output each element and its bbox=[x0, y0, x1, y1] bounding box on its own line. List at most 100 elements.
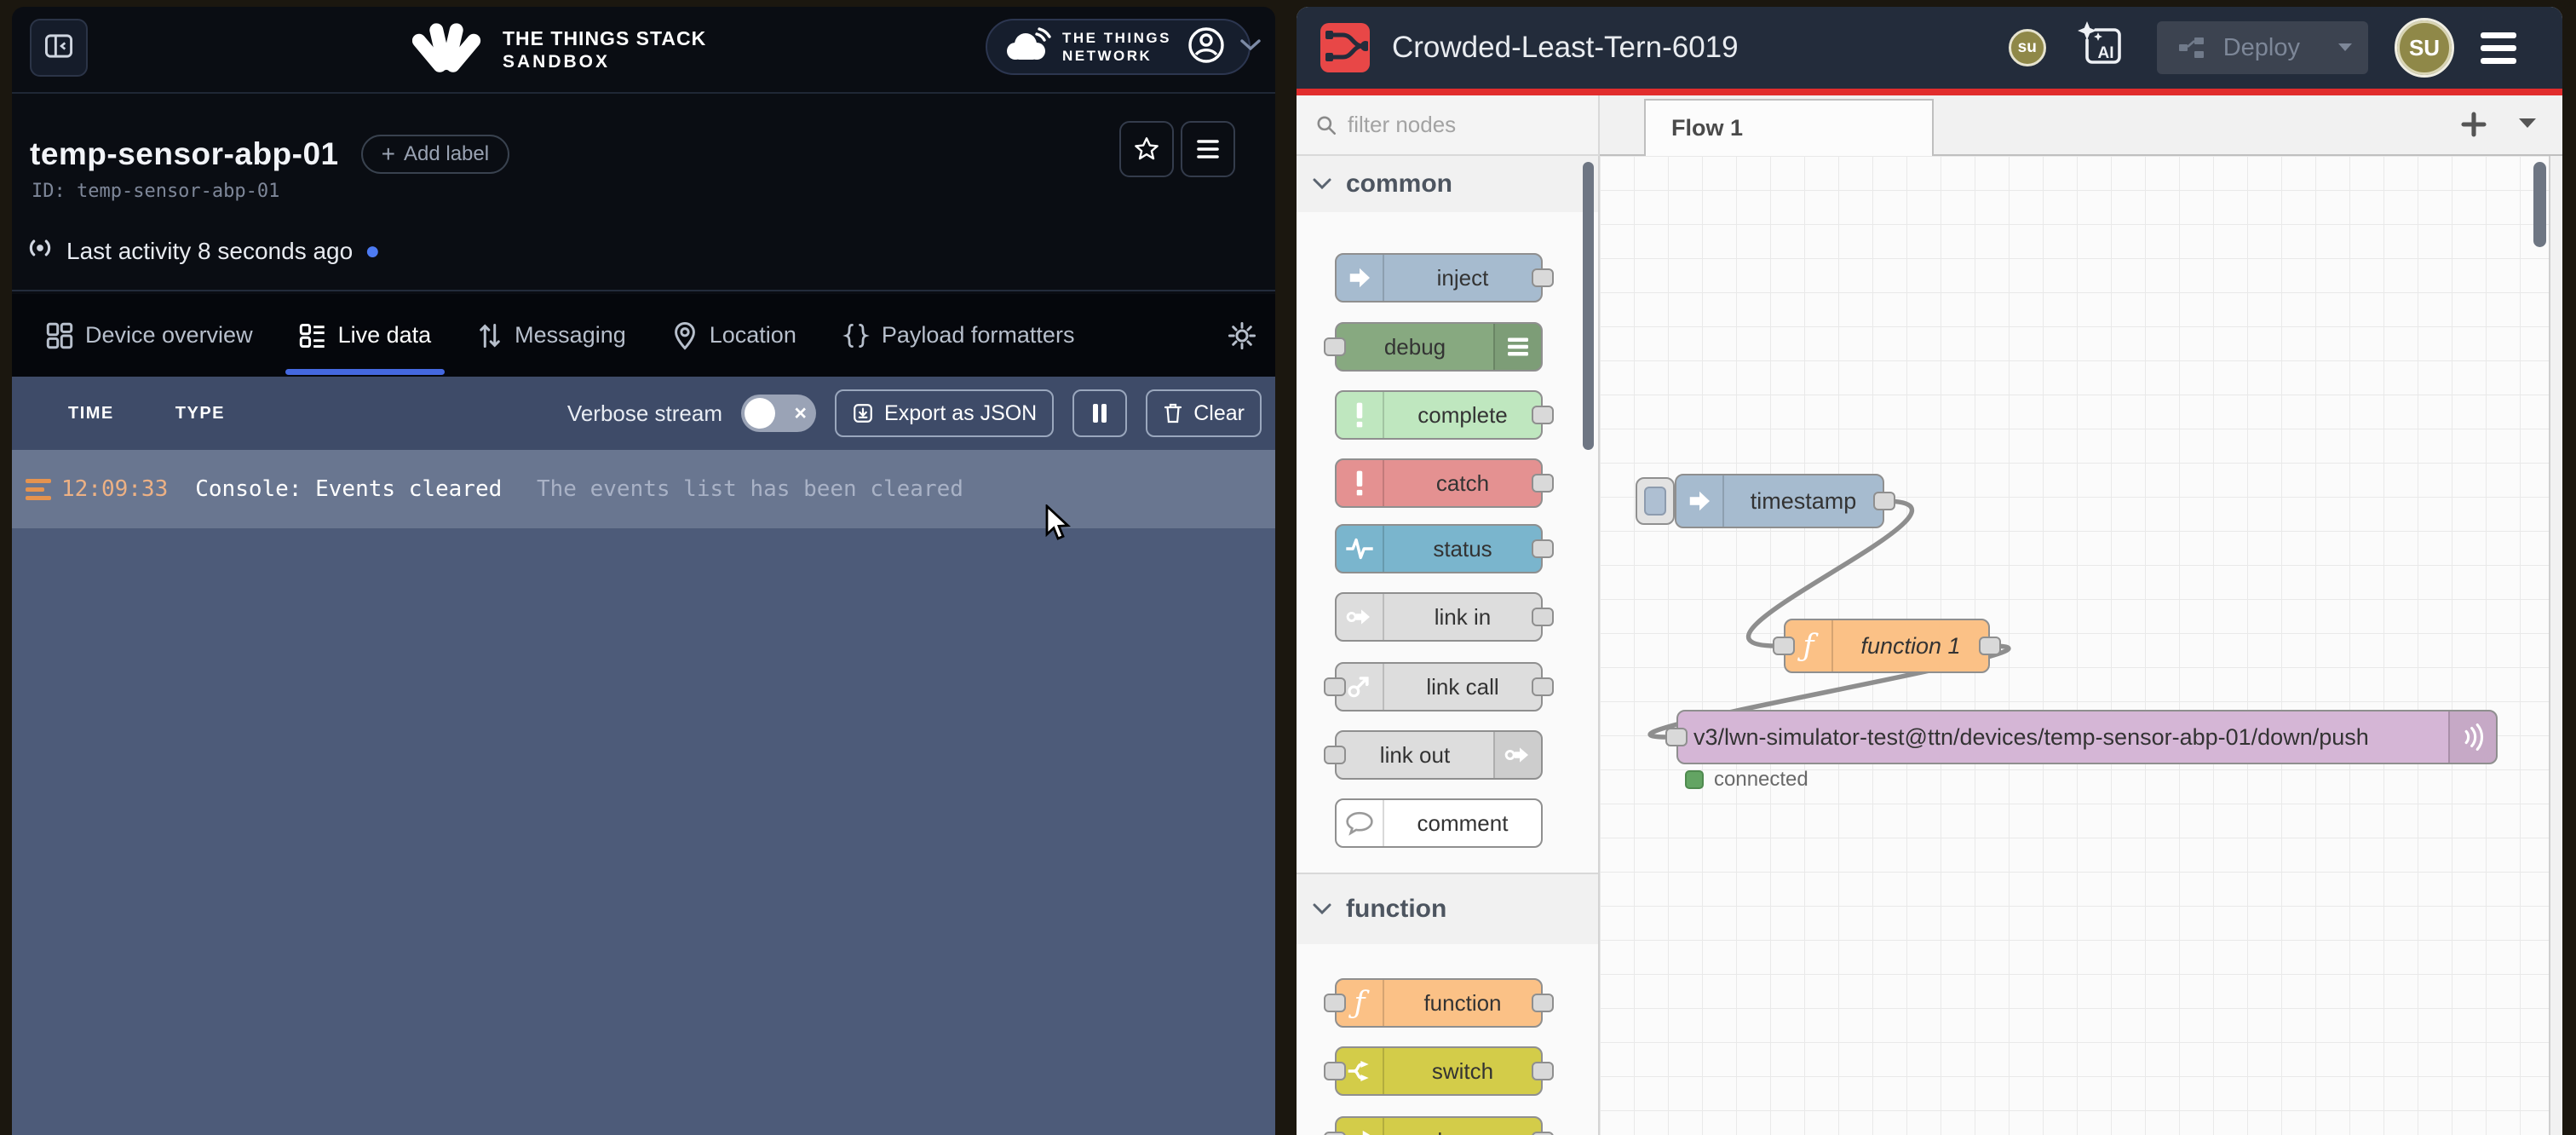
mouse-cursor bbox=[1044, 504, 1077, 542]
node-function[interactable]: ƒfunction bbox=[1335, 978, 1543, 1028]
chevron-down-icon bbox=[1312, 177, 1332, 191]
trash-icon bbox=[1163, 402, 1183, 424]
deploy-icon bbox=[2179, 37, 2205, 59]
account-menu-button[interactable]: THE THINGS NETWORK bbox=[986, 19, 1251, 75]
node-port[interactable] bbox=[1532, 677, 1554, 696]
palette-section-common[interactable]: common bbox=[1297, 156, 1598, 212]
node-inject[interactable]: inject bbox=[1335, 253, 1543, 302]
broadcast-icon bbox=[2460, 723, 2486, 752]
pin-icon bbox=[672, 321, 698, 350]
user-avatar[interactable]: SU bbox=[2397, 20, 2452, 75]
add-label-button[interactable]: +Add label bbox=[361, 135, 509, 174]
account-line2: NETWORK bbox=[1062, 47, 1171, 65]
node-port[interactable] bbox=[1324, 677, 1346, 696]
node-red-header: Crowded-Least-Tern-6019 su AI Deploy bbox=[1297, 7, 2562, 89]
node-port[interactable] bbox=[1532, 539, 1554, 558]
node-port[interactable] bbox=[1532, 1132, 1554, 1135]
palette-scrollbar[interactable] bbox=[1583, 162, 1594, 450]
clear-button[interactable]: Clear bbox=[1146, 389, 1262, 437]
node-switch[interactable]: switch bbox=[1335, 1046, 1543, 1096]
workspace-toolbar: filter nodes Flow 1 bbox=[1297, 95, 2562, 156]
exclaim-icon bbox=[1348, 400, 1371, 429]
inject-arrow-icon bbox=[1687, 488, 1712, 514]
deploy-options-caret[interactable] bbox=[2322, 21, 2368, 74]
node-port[interactable] bbox=[1532, 608, 1554, 626]
toggle-off-icon: × bbox=[794, 401, 807, 426]
favorite-button[interactable] bbox=[1119, 121, 1174, 177]
switch-branch-icon bbox=[1346, 1057, 1373, 1085]
node-v3-lwn-simulator-test-ttn-devices-temp-s[interactable]: v3/lwn-simulator-test@ttn/devices/temp-s… bbox=[1676, 710, 2498, 764]
export-json-button[interactable]: Export as JSON bbox=[835, 389, 1054, 437]
ttn-logo: THE THINGS STACK SANDBOX bbox=[412, 17, 706, 83]
pause-button[interactable] bbox=[1072, 389, 1127, 437]
svg-text:AI: AI bbox=[2097, 44, 2113, 62]
node-port[interactable] bbox=[1532, 268, 1554, 287]
node-port[interactable] bbox=[1532, 1062, 1554, 1080]
node-red-window: Crowded-Least-Tern-6019 su AI Deploy bbox=[1297, 7, 2562, 1135]
event-row[interactable]: 12:09:33Console: Events clearedThe event… bbox=[12, 450, 1275, 528]
chevron-down-icon bbox=[1239, 38, 1262, 56]
node-red-logo-icon bbox=[1320, 23, 1370, 72]
flow-tab-bar: Flow 1 bbox=[1600, 95, 2562, 156]
team-badge[interactable]: su bbox=[2009, 29, 2046, 66]
tab-device-settings[interactable] bbox=[1228, 294, 1256, 377]
arrows-icon bbox=[477, 322, 503, 349]
node-port[interactable] bbox=[1532, 406, 1554, 424]
device-id: ID: temp-sensor-abp-01 bbox=[32, 181, 279, 202]
sidebar-toggle-button[interactable] bbox=[30, 19, 88, 77]
node-link-in[interactable]: link in bbox=[1335, 592, 1543, 642]
node-timestamp[interactable]: timestamp bbox=[1675, 474, 1884, 528]
node-port[interactable] bbox=[1665, 728, 1688, 746]
flow-list-caret[interactable] bbox=[2516, 116, 2539, 135]
tab-payload-formatters[interactable]: Payload formatters bbox=[842, 294, 1075, 377]
node-port[interactable] bbox=[1324, 1062, 1346, 1080]
chevron-down-icon bbox=[1312, 902, 1332, 916]
node-port[interactable] bbox=[1532, 474, 1554, 493]
node-link-call[interactable]: link call bbox=[1335, 662, 1543, 712]
palette-filter[interactable]: filter nodes bbox=[1297, 95, 1600, 156]
ttn-logo-line2: SANDBOX bbox=[503, 51, 706, 73]
node-port[interactable] bbox=[1873, 492, 1895, 510]
activity-dot: ● bbox=[365, 237, 380, 266]
node-port[interactable] bbox=[1324, 337, 1346, 356]
node-port[interactable] bbox=[1773, 637, 1795, 655]
event-type: Console: Events cleared bbox=[195, 476, 502, 502]
main-menu-button[interactable] bbox=[2481, 32, 2516, 64]
node-port[interactable] bbox=[1532, 994, 1554, 1012]
link-icon bbox=[1504, 743, 1532, 767]
flow-canvas[interactable] bbox=[1600, 156, 2549, 1135]
ttn-fan-icon bbox=[412, 17, 487, 83]
pause-icon bbox=[1091, 402, 1108, 424]
comment-bubble-icon bbox=[1345, 810, 1374, 836]
node-port[interactable] bbox=[1324, 746, 1346, 764]
header-accent-line bbox=[1297, 89, 2562, 95]
node-port[interactable] bbox=[1324, 994, 1346, 1012]
grid-icon bbox=[46, 322, 73, 349]
tab-live-data[interactable]: Live data bbox=[299, 294, 432, 377]
node-comment[interactable]: comment bbox=[1335, 798, 1543, 848]
node-status[interactable]: status bbox=[1335, 524, 1543, 573]
deploy-button[interactable]: Deploy bbox=[2157, 21, 2368, 74]
palette-section-function[interactable]: function bbox=[1297, 873, 1598, 944]
ai-assistant-button[interactable]: AI bbox=[2075, 20, 2128, 77]
ttn-header: THE THINGS STACK SANDBOX THE THINGS NETW… bbox=[12, 7, 1275, 94]
tab-messaging[interactable]: Messaging bbox=[477, 294, 626, 377]
braces-icon bbox=[842, 322, 870, 349]
canvas-scrollbar[interactable] bbox=[2533, 162, 2546, 247]
node-change[interactable]: change bbox=[1335, 1116, 1543, 1135]
sidebar-list-icon bbox=[1505, 334, 1531, 360]
device-menu-button[interactable] bbox=[1181, 121, 1235, 177]
node-link-out[interactable]: link out bbox=[1335, 730, 1543, 780]
node-complete[interactable]: complete bbox=[1335, 390, 1543, 440]
node-port[interactable] bbox=[1979, 637, 2001, 655]
flow-tab[interactable]: Flow 1 bbox=[1644, 99, 1934, 156]
tab-location[interactable]: Location bbox=[672, 294, 796, 377]
node-port[interactable] bbox=[1324, 1132, 1346, 1135]
node-function-1[interactable]: ƒfunction 1 bbox=[1784, 619, 1990, 673]
tab-device-overview[interactable]: Device overview bbox=[46, 294, 253, 377]
add-flow-button[interactable] bbox=[2458, 109, 2489, 144]
node-catch[interactable]: catch bbox=[1335, 458, 1543, 508]
node-debug[interactable]: debug bbox=[1335, 322, 1543, 372]
verbose-stream-toggle[interactable]: × bbox=[741, 395, 816, 432]
inject-trigger-button[interactable] bbox=[1636, 477, 1675, 525]
